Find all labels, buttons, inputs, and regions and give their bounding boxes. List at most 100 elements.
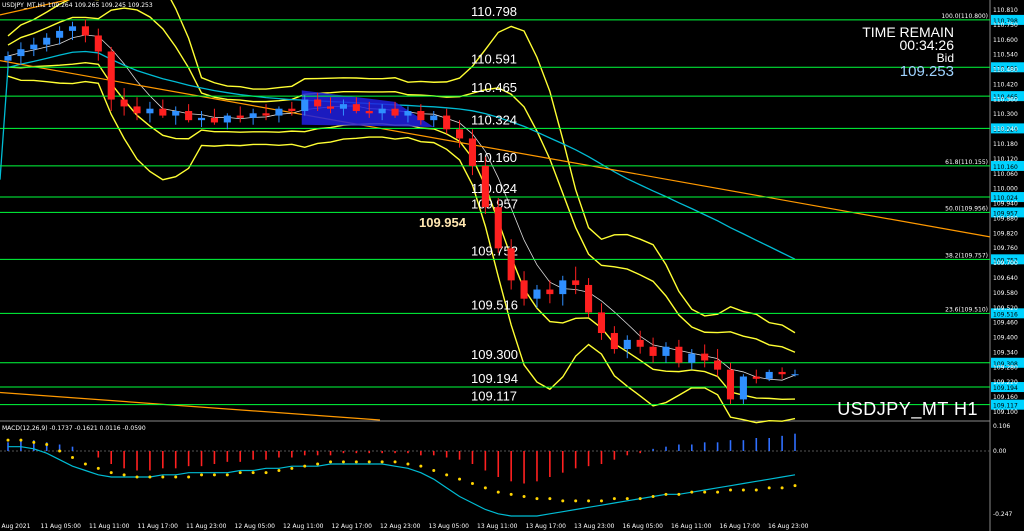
candle-body <box>430 115 438 121</box>
time-axis-tick: 12 Aug 23:00 <box>380 523 421 530</box>
candle-body <box>481 165 489 208</box>
price-level-label: 109.957 <box>471 196 518 211</box>
macd-signal-dot <box>238 471 242 475</box>
candle-body <box>301 99 309 111</box>
macd-signal-dot <box>664 492 668 496</box>
candle-body <box>649 346 657 356</box>
candle-body <box>714 360 722 370</box>
macd-signal-dot <box>548 497 552 501</box>
macd-signal-dot <box>341 460 345 464</box>
price-axis-tick: 109.580 <box>993 290 1018 297</box>
price-level-label: 110.591 <box>471 51 517 66</box>
macd-signal-dot <box>303 464 307 468</box>
macd-axis-tick: -0.247 <box>993 511 1013 518</box>
price-level-label: 110.798 <box>471 4 517 19</box>
time-axis-tick: 11 Aug 11:00 <box>89 523 130 530</box>
time-axis-tick: 13 Aug 23:00 <box>574 523 615 530</box>
candle-body <box>43 37 51 45</box>
candle-body <box>107 51 115 100</box>
candle-body <box>326 106 335 109</box>
macd-signal-dot <box>96 466 100 470</box>
macd-signal-dot <box>522 495 526 498</box>
price-axis-tick: 109.280 <box>993 364 1018 371</box>
candle-body <box>778 371 786 375</box>
macd-signal-dot <box>174 475 178 479</box>
chart-title: USDJPY_MT,H1 109.264 109.265 109.245 109… <box>2 2 153 9</box>
macd-signal-dot <box>419 464 423 468</box>
price-axis-tick: 109.640 <box>993 275 1018 282</box>
info-panel: TIME REMAIN 00:34:26 Bid 109.253 <box>862 25 954 80</box>
macd-signal-dot <box>677 492 681 496</box>
macd-signal-dot <box>393 460 397 464</box>
candle-body <box>352 104 360 111</box>
candle-body <box>597 312 606 334</box>
time-axis-tick: 12 Aug 17:00 <box>332 523 373 530</box>
candle-body <box>339 104 347 109</box>
candle-body <box>533 289 541 299</box>
macd-signal-dot <box>432 469 436 472</box>
time-axis-tick: 16 Aug 11:00 <box>671 523 712 530</box>
price-axis-tick: 109.340 <box>993 349 1018 356</box>
candle-body <box>726 369 735 400</box>
macd-axis-tick: 0.106 <box>993 423 1010 430</box>
candle-body <box>185 111 193 121</box>
candle-body <box>223 115 231 123</box>
time-axis-tick: 11 Aug 17:00 <box>138 523 179 530</box>
macd-signal-dot <box>651 495 655 498</box>
time-axis-tick: 16 Aug 23:00 <box>768 523 809 530</box>
time-axis-tick: 12 Aug 11:00 <box>283 523 324 530</box>
price-axis-tick: 109.880 <box>993 215 1018 222</box>
candle-body <box>739 376 747 400</box>
price-axis-tick: 110.360 <box>993 96 1018 103</box>
candle-body <box>572 280 580 285</box>
candle-body <box>585 284 593 313</box>
macd-signal-dot <box>690 490 694 494</box>
candle-body <box>365 111 373 114</box>
candle-body <box>494 207 502 249</box>
time-axis-tick: 16 Aug 05:00 <box>623 523 664 530</box>
candle-body <box>4 56 12 61</box>
macd-signal-dot <box>716 490 720 494</box>
candle-body <box>172 111 180 116</box>
macd-signal-dot <box>6 438 10 442</box>
candle-body <box>791 374 799 376</box>
price-axis-tick: 110.240 <box>993 126 1018 133</box>
fib-level-label: 100.0(110.800) <box>941 13 988 20</box>
macd-signal-dot <box>277 469 281 472</box>
macd-axis-tick: 0.00 <box>993 448 1007 455</box>
macd-signal-dot <box>329 460 333 464</box>
candle-body <box>456 129 464 139</box>
candle-body <box>468 138 477 166</box>
candle-body <box>752 376 760 379</box>
time-axis-tick: 13 Aug 05:00 <box>429 523 470 530</box>
candle-body <box>236 115 244 118</box>
price-axis-tick: 109.220 <box>993 379 1018 386</box>
macd-signal-dot <box>32 440 36 444</box>
time-axis-tick: 11 Aug 23:00 <box>186 523 227 530</box>
price-chart[interactable]: 110.798110.798100.0(110.800)110.591110.5… <box>0 0 1024 531</box>
bid-value: 109.253 <box>899 63 954 80</box>
candle-body <box>81 26 89 36</box>
price-axis-tick: 110.060 <box>993 171 1018 178</box>
candle-body <box>417 111 425 121</box>
candle-body <box>133 106 141 114</box>
candle-body <box>30 44 38 50</box>
macd-signal-dot <box>83 462 87 466</box>
macd-signal-dot <box>367 460 371 464</box>
price-level-label: 109.516 <box>471 297 518 312</box>
time-axis-tick: 16 Aug 17:00 <box>720 523 761 530</box>
macd-signal-dot <box>354 460 358 464</box>
macd-signal-dot <box>19 438 23 442</box>
candle-body <box>94 35 102 52</box>
macd-signal-dot <box>445 473 449 477</box>
candle-body <box>765 371 773 379</box>
price-axis-tick: 110.180 <box>993 141 1018 148</box>
candle-body <box>610 333 618 350</box>
symbol-label: USDJPY_MT H1 <box>837 399 978 419</box>
candle-body <box>520 280 528 299</box>
candle-body <box>623 339 631 350</box>
price-axis-tick: 110.480 <box>993 67 1018 74</box>
candle-body <box>17 49 25 57</box>
price-level-label: 109.300 <box>471 347 518 362</box>
candle-body <box>314 99 322 107</box>
